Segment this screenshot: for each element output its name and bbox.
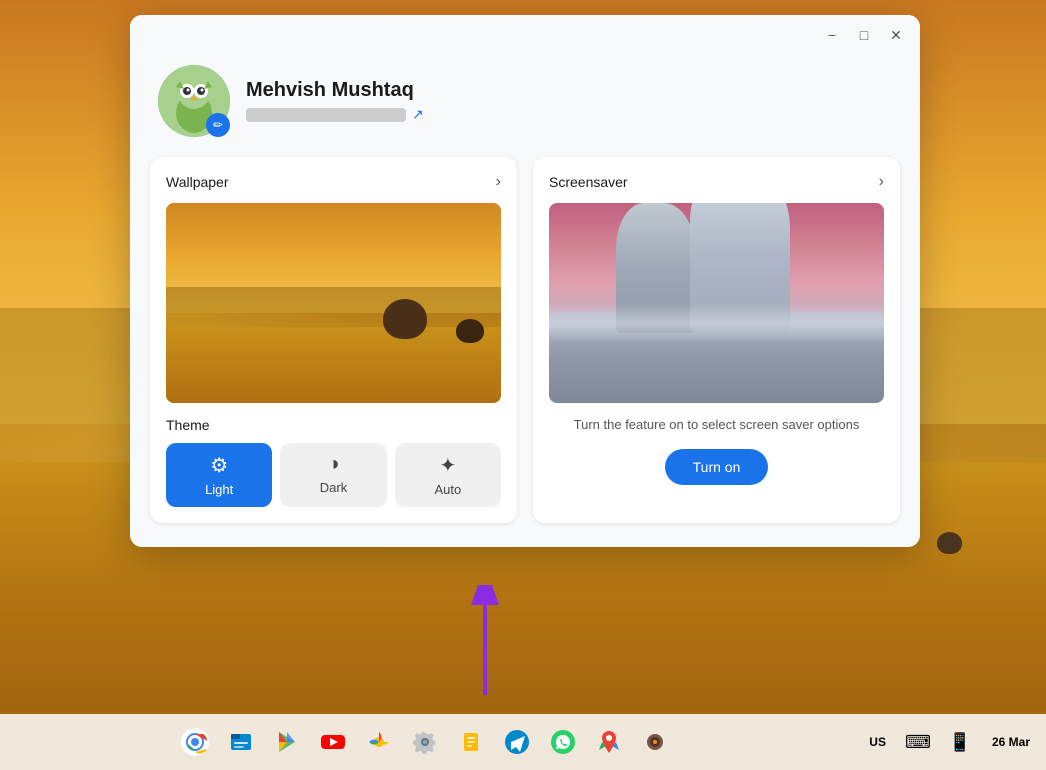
taskbar-settings[interactable] [403,720,447,764]
personalization-window: − □ ✕ [130,15,920,547]
screensaver-preview[interactable] [549,203,884,403]
keyboard-layout[interactable]: US [861,731,894,753]
taskbar-keep[interactable] [449,720,493,764]
close-button[interactable]: ✕ [884,23,908,47]
settings-icon [411,728,439,756]
whatsapp-icon [549,728,577,756]
avatar-container: ✏ [158,65,230,137]
theme-buttons: ⚙ Light ◑ Dark ✦ Auto [166,443,501,507]
taskbar-telegram[interactable] [495,720,539,764]
theme-dark-label: Dark [320,480,347,495]
playstore-icon [273,728,301,756]
screen-icon-button[interactable]: 📱 [942,724,978,760]
taskbar-files[interactable] [219,720,263,764]
taskbar: US ⌨ 📱 26 Mar [0,714,1046,770]
theme-auto-label: Auto [434,482,461,497]
wallpaper-beach-scene [166,203,501,403]
theme-label: Theme [166,417,501,433]
taskbar-photos[interactable] [357,720,401,764]
dark-theme-icon: ◑ [327,453,339,476]
files-icon [227,728,255,756]
profile-name: Mehvish Mushtaq [246,79,424,102]
taskbar-coffee[interactable] [633,720,677,764]
chrome-icon [181,728,209,756]
profile-email-blur [246,108,406,122]
theme-dark-button[interactable]: ◑ Dark [280,443,386,507]
coffee-icon [641,728,669,756]
wallpaper-card-header: Wallpaper › [166,173,501,191]
taskbar-date[interactable]: 26 Mar [984,731,1038,753]
keyboard-icon-button[interactable]: ⌨ [900,724,936,760]
profile-email-link[interactable]: ↗ [412,106,424,123]
theme-light-button[interactable]: ⚙ Light [166,443,272,507]
avatar-edit-button[interactable]: ✏ [206,113,230,137]
auto-theme-icon: ✦ [439,453,456,478]
taskbar-whatsapp[interactable] [541,720,585,764]
telegram-icon [503,728,531,756]
annotation-arrow [455,585,515,705]
screensaver-card-header: Screensaver › [549,173,884,191]
turn-on-button[interactable]: Turn on [665,449,769,485]
screensaver-description: Turn the feature on to select screen sav… [549,415,884,435]
taskbar-icons [0,720,849,764]
maximize-button[interactable]: □ [852,23,876,47]
theme-auto-button[interactable]: ✦ Auto [395,443,501,507]
taskbar-playstore[interactable] [265,720,309,764]
wallpaper-card: Wallpaper › Theme ⚙ Light [150,157,517,523]
profile-info: Mehvish Mushtaq ↗ [246,79,424,123]
wallpaper-arrow[interactable]: › [496,173,501,191]
keep-icon [457,728,485,756]
profile-section: ✏ Mehvish Mushtaq ↗ [130,55,920,157]
taskbar-youtube[interactable] [311,720,355,764]
screensaver-arrow[interactable]: › [879,173,884,191]
system-tray: US ⌨ 📱 26 Mar [853,714,1046,770]
ss-mist [549,303,884,343]
arrow-annotation [455,585,515,710]
cards-container: Wallpaper › Theme ⚙ Light [130,157,920,547]
theme-light-label: Light [205,482,233,497]
screensaver-scene [549,203,884,403]
taskbar-chrome[interactable] [173,720,217,764]
youtube-icon [319,728,347,756]
maps-icon [595,728,623,756]
photos-icon [365,728,393,756]
wallpaper-preview[interactable] [166,203,501,403]
profile-email-row: ↗ [246,106,424,123]
taskbar-maps[interactable] [587,720,631,764]
light-theme-icon: ⚙ [210,453,228,478]
wallpaper-title: Wallpaper [166,174,229,190]
minimize-button[interactable]: − [820,23,844,47]
screensaver-title: Screensaver [549,174,628,190]
window-titlebar: − □ ✕ [130,15,920,55]
screensaver-card: Screensaver › Turn the feature on to sel… [533,157,900,523]
